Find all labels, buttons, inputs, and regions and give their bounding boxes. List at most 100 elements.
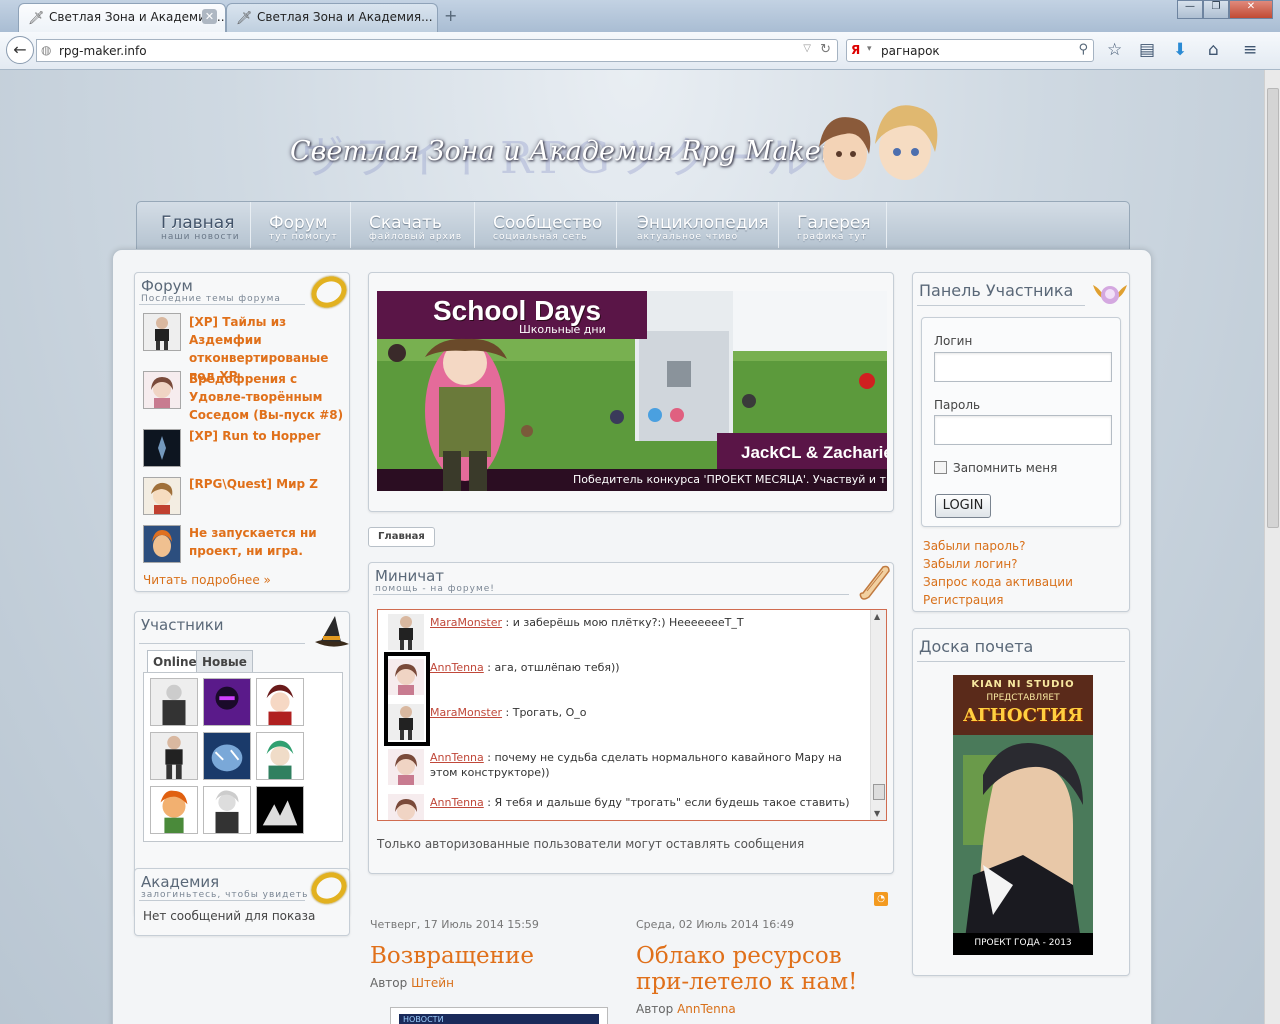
avatar[interactable] bbox=[143, 525, 181, 563]
url-bar[interactable]: ◍ rpg-maker.info ▽ ↻ bbox=[36, 39, 838, 62]
author-link[interactable]: Штейн bbox=[411, 976, 454, 990]
search-input[interactable]: рагнарок bbox=[881, 44, 940, 58]
nav-community[interactable]: Сообщество социальная сеть bbox=[475, 202, 617, 248]
nav-encyclopedia[interactable]: Энциклопедия актуальное чтиво bbox=[617, 202, 779, 248]
article-title[interactable]: Облако ресурсов при-летело к нам! bbox=[636, 943, 896, 995]
forgot-login-link[interactable]: Забыли логин? bbox=[923, 557, 1018, 571]
chat-text: : Я тебя и дальше буду "трогать" если бу… bbox=[483, 796, 850, 809]
chat-username[interactable]: AnnTenna bbox=[430, 751, 484, 764]
divider bbox=[373, 594, 849, 595]
dropdown-arrow-icon[interactable]: ▾ bbox=[867, 44, 872, 54]
login-input[interactable] bbox=[934, 352, 1112, 382]
user-avatar[interactable] bbox=[256, 732, 304, 780]
login-form: Логин Пароль Запомнить меня LOGIN bbox=[921, 317, 1121, 527]
chat-username[interactable]: AnnTenna bbox=[430, 796, 484, 809]
user-avatar[interactable] bbox=[256, 786, 304, 834]
avatar[interactable] bbox=[143, 313, 181, 351]
user-avatar[interactable] bbox=[203, 786, 251, 834]
forum-topic-link[interactable]: Не запускается ни проект, ни игра. bbox=[189, 524, 345, 560]
nav-forum[interactable]: Форум тут помогут bbox=[251, 202, 351, 248]
minimize-button[interactable]: — bbox=[1177, 0, 1203, 19]
divider bbox=[917, 305, 1085, 306]
school-days-banner[interactable]: School Days Школьные дни JackCL & Zachar… bbox=[377, 291, 887, 491]
nav-home[interactable]: Главная наши новости bbox=[137, 202, 251, 248]
yandex-icon[interactable]: Я bbox=[851, 43, 860, 57]
article-thumbnail[interactable]: НОВОСТИ bbox=[390, 1007, 608, 1024]
nav-download[interactable]: Скачать файловый архив bbox=[351, 202, 475, 248]
bookmark-star-icon[interactable]: ☆ bbox=[1107, 40, 1122, 60]
search-bar[interactable]: Я ▾ рагнарок ⚲ bbox=[846, 39, 1094, 62]
chat-username[interactable]: AnnTenna bbox=[430, 661, 484, 674]
avatar[interactable] bbox=[143, 371, 181, 409]
download-icon[interactable]: ⬇ bbox=[1173, 40, 1187, 60]
honor-board-module: Доска почета KIAN NI STUDIO ПРЕДСТАВЛЯЕТ… bbox=[912, 628, 1130, 976]
user-avatar[interactable] bbox=[150, 732, 198, 780]
forum-topic-link[interactable]: Бредофрения с Удовле-творённым Соседом (… bbox=[189, 370, 345, 424]
user-avatar[interactable] bbox=[203, 678, 251, 726]
search-icon[interactable]: ⚲ bbox=[1078, 42, 1088, 57]
banner-authors: JackCL & Zacharie bbox=[741, 443, 887, 462]
divider bbox=[139, 900, 305, 901]
academy-empty-text: Нет сообщений для показа bbox=[143, 909, 316, 923]
browser-tab-1[interactable]: 🗡 Светлая Зона и Академия... ✕ bbox=[18, 3, 226, 32]
poster-presents: ПРЕДСТАВЛЯЕТ bbox=[986, 693, 1060, 703]
main-navigation: Главная наши новости Форум тут помогут С… bbox=[136, 201, 1130, 249]
chat-message: MaraMonster : Трогать, О_о bbox=[430, 705, 850, 720]
dropdown-arrow-icon[interactable]: ▽ bbox=[803, 43, 811, 54]
user-avatar[interactable] bbox=[256, 678, 304, 726]
chat-avatar[interactable] bbox=[388, 614, 424, 650]
tab-online[interactable]: Online bbox=[147, 650, 203, 672]
forgot-password-link[interactable]: Забыли пароль? bbox=[923, 539, 1025, 553]
chat-scroll-thumb[interactable] bbox=[873, 784, 885, 800]
tab-close-icon[interactable]: ✕ bbox=[202, 9, 217, 24]
scroll-down-icon[interactable]: ▼ bbox=[874, 809, 880, 818]
scrollbar-thumb[interactable] bbox=[1267, 88, 1279, 528]
chat-message: AnnTenna : Я тебя и дальше буду "трогать… bbox=[430, 795, 850, 810]
bookmarks-list-icon[interactable]: ▤ bbox=[1139, 40, 1155, 60]
register-link[interactable]: Регистрация bbox=[923, 593, 1003, 607]
chat-username[interactable]: MaraMonster bbox=[430, 706, 502, 719]
login-button[interactable]: LOGIN bbox=[935, 494, 991, 518]
browser-tab-2[interactable]: 🗡 Светлая Зона и Академия... bbox=[226, 3, 438, 32]
scroll-up-icon[interactable]: ▲ bbox=[874, 612, 880, 621]
nav-gallery[interactable]: Галерея графика тут bbox=[779, 202, 887, 248]
menu-icon[interactable]: ≡ bbox=[1243, 40, 1257, 60]
reload-icon[interactable]: ↻ bbox=[820, 42, 831, 57]
tab-new[interactable]: Новые bbox=[196, 650, 253, 672]
author-link[interactable]: AnnTenna bbox=[677, 1002, 736, 1016]
divider bbox=[139, 643, 305, 644]
chat-scrollbar[interactable]: ▲ ▼ bbox=[870, 610, 886, 820]
users-tabs: Online Новые bbox=[147, 650, 343, 672]
page-scrollbar[interactable] bbox=[1264, 70, 1280, 1024]
read-more-link[interactable]: Читать подробнее » bbox=[143, 573, 271, 587]
user-avatar[interactable] bbox=[203, 732, 251, 780]
remember-checkbox[interactable] bbox=[934, 461, 947, 474]
article-title[interactable]: Возвращение bbox=[370, 943, 610, 969]
user-avatar[interactable] bbox=[150, 786, 198, 834]
rss-icon[interactable]: ◔ bbox=[874, 892, 888, 906]
back-button[interactable]: ← bbox=[6, 36, 34, 64]
chat-text: : и заберёшь мою плётку?:) НеееееееТ_Т bbox=[502, 616, 744, 629]
chat-avatar[interactable] bbox=[388, 749, 424, 785]
forum-topic-link[interactable]: [XP] Run to Hopper bbox=[189, 427, 345, 445]
close-window-button[interactable]: ✕ bbox=[1229, 0, 1273, 19]
home-icon[interactable]: ⌂ bbox=[1208, 40, 1219, 60]
chat-avatar[interactable] bbox=[388, 704, 424, 740]
agnostia-poster[interactable]: KIAN NI STUDIO ПРЕДСТАВЛЯЕТ АГНОСТИЯ ПРО… bbox=[953, 675, 1093, 955]
site-logo[interactable]: ヴライトRPGツクール Светлая Зона и Академия Rpg … bbox=[280, 92, 980, 202]
avatar[interactable] bbox=[143, 429, 181, 467]
forum-topic-link[interactable]: [RPG\Quest] Мир Z bbox=[189, 475, 345, 493]
chat-username[interactable]: MaraMonster bbox=[430, 616, 502, 629]
activation-code-link[interactable]: Запрос кода активации bbox=[923, 575, 1073, 589]
chat-avatar[interactable] bbox=[388, 794, 424, 821]
user-avatar[interactable] bbox=[150, 678, 198, 726]
new-tab-button[interactable]: + bbox=[444, 6, 457, 25]
chat-messages[interactable]: MaraMonster : и заберёшь мою плётку?:) Н… bbox=[377, 609, 887, 821]
breadcrumb[interactable]: Главная bbox=[368, 527, 435, 547]
chat-avatar[interactable] bbox=[388, 659, 424, 695]
sword-favicon-icon: 🗡 bbox=[28, 11, 45, 26]
maximize-button[interactable]: ❐ bbox=[1203, 0, 1229, 19]
avatar[interactable] bbox=[143, 477, 181, 515]
password-input[interactable] bbox=[934, 415, 1112, 445]
gold-ring-icon bbox=[306, 866, 352, 910]
